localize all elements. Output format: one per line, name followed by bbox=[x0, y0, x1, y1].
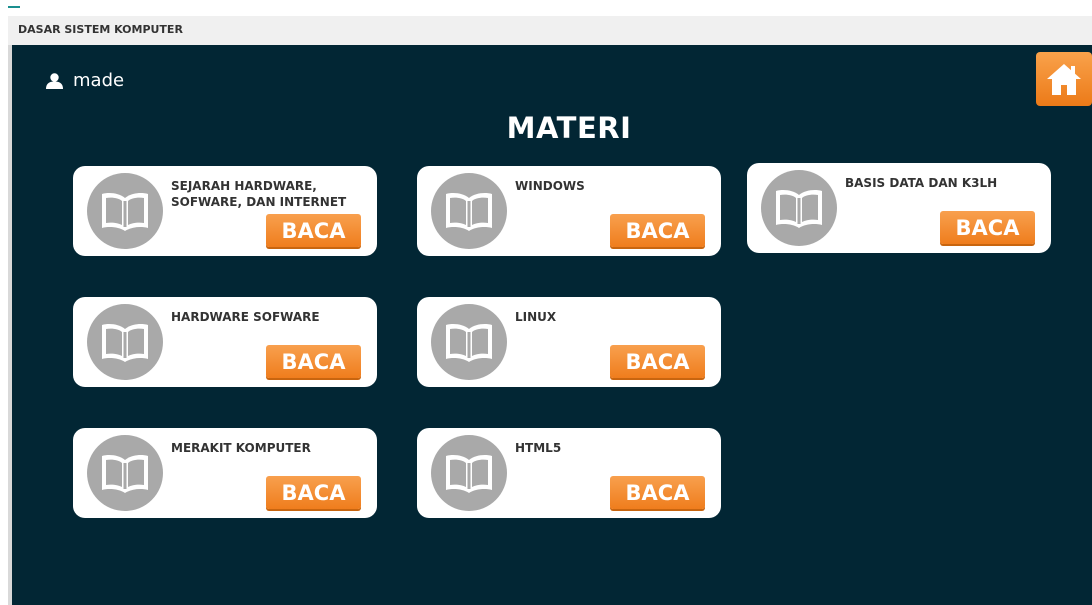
username: made bbox=[73, 70, 125, 91]
material-card-3: BASIS DATA DAN K3LH BACA bbox=[747, 163, 1051, 253]
book-icon bbox=[102, 455, 148, 493]
material-card-1: SEJARAH HARDWARE, SOFWARE, DAN INTERNET … bbox=[73, 166, 377, 256]
window-title-bar: DASAR SISTEM KOMPUTER bbox=[8, 16, 1092, 46]
material-title: SEJARAH HARDWARE, SOFWARE, DAN INTERNET bbox=[171, 179, 347, 209]
book-icon-circle bbox=[761, 170, 837, 246]
read-button[interactable]: BACA bbox=[940, 211, 1035, 244]
read-button[interactable]: BACA bbox=[610, 476, 705, 509]
window-title: DASAR SISTEM KOMPUTER bbox=[18, 23, 183, 36]
book-icon bbox=[446, 455, 492, 493]
user-icon bbox=[46, 72, 63, 89]
book-icon bbox=[102, 324, 148, 362]
material-title: HARDWARE SOFWARE bbox=[171, 310, 320, 324]
page-title: MATERI bbox=[506, 111, 632, 145]
read-button[interactable]: BACA bbox=[266, 345, 361, 378]
book-icon-circle bbox=[431, 435, 507, 511]
material-card-7: HTML5 BACA bbox=[417, 428, 721, 518]
book-icon-circle bbox=[87, 173, 163, 249]
material-title: LINUX bbox=[515, 310, 557, 324]
material-title: BASIS DATA DAN K3LH bbox=[845, 176, 998, 190]
book-icon-circle bbox=[431, 304, 507, 380]
read-button[interactable]: BACA bbox=[610, 345, 705, 378]
home-icon bbox=[1047, 64, 1081, 95]
read-button[interactable]: BACA bbox=[610, 214, 705, 247]
book-icon-circle bbox=[431, 173, 507, 249]
material-card-5: LINUX BACA bbox=[417, 297, 721, 387]
book-icon-circle bbox=[87, 435, 163, 511]
home-button[interactable] bbox=[1036, 52, 1092, 106]
material-card-2: WINDOWS BACA bbox=[417, 166, 721, 256]
tab-indicator bbox=[8, 6, 20, 8]
read-button[interactable]: BACA bbox=[266, 476, 361, 509]
book-icon bbox=[776, 190, 822, 228]
material-card-6: MERAKIT KOMPUTER BACA bbox=[73, 428, 377, 518]
main-panel: made MATERI SEJARAH HARDWARE, SOFWARE, D… bbox=[12, 45, 1092, 605]
book-icon bbox=[102, 193, 148, 231]
material-title: WINDOWS bbox=[515, 179, 585, 193]
book-icon bbox=[446, 193, 492, 231]
material-title: MERAKIT KOMPUTER bbox=[171, 441, 311, 455]
read-button[interactable]: BACA bbox=[266, 214, 361, 247]
user-info: made bbox=[46, 70, 124, 91]
material-title: HTML5 bbox=[515, 441, 562, 455]
book-icon bbox=[446, 324, 492, 362]
material-card-4: HARDWARE SOFWARE BACA bbox=[73, 297, 377, 387]
book-icon-circle bbox=[87, 304, 163, 380]
